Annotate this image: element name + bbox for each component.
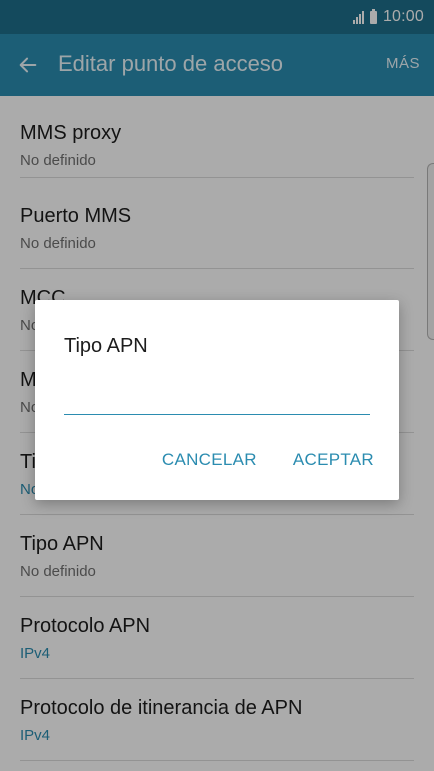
dialog-actions: CANCELAR ACEPTAR [162, 450, 374, 470]
cancel-button[interactable]: CANCELAR [162, 450, 257, 470]
accept-button[interactable]: ACEPTAR [293, 450, 374, 470]
apn-type-dialog: Tipo APN CANCELAR ACEPTAR [35, 300, 399, 500]
apn-type-input[interactable] [64, 380, 370, 415]
dialog-title: Tipo APN [64, 335, 148, 357]
